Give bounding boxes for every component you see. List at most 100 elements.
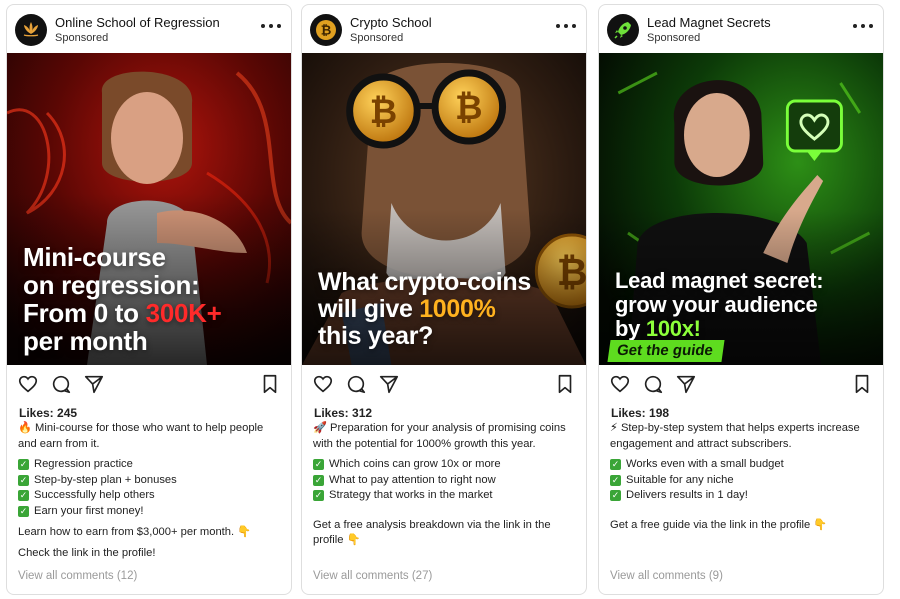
headline-text: will give <box>318 295 420 323</box>
post-image[interactable]: Lead magnet secret: grow your audience b… <box>599 53 883 365</box>
brand-name[interactable]: Online School of Regression <box>55 15 220 30</box>
action-bar <box>302 371 586 401</box>
headline-line: From 0 to 300K+ <box>23 299 222 327</box>
view-comments-link[interactable]: View all comments (27) <box>313 570 432 582</box>
ad-post-regression: Online School of Regression Sponsored Mi… <box>6 4 292 595</box>
checklist-item: ✓ What to pay attention to right now <box>313 473 575 489</box>
post-header: Lead Magnet Secrets Sponsored <box>599 5 883 53</box>
headline-line: Lead magnet secret: <box>615 268 824 293</box>
checkmark-icon: ✓ <box>610 474 621 486</box>
comment-icon[interactable] <box>642 373 664 395</box>
headline: Lead magnet secret: grow your audience b… <box>615 268 824 341</box>
headline-line: will give 1000% <box>318 296 531 323</box>
post-image[interactable]: Mini-course on regression: From 0 to 300… <box>7 53 291 365</box>
likes-count[interactable]: Likes: 198 <box>611 406 669 420</box>
checklist-item: ✓ Step-by-step plan + bonuses <box>18 473 280 489</box>
headline-line: grow your audience <box>615 291 818 317</box>
headline-highlight: 1000% <box>419 295 496 323</box>
checklist-text: Step-by-step plan + bonuses <box>34 473 177 486</box>
view-comments-link[interactable]: View all comments (12) <box>18 570 137 582</box>
checkmark-icon: ✓ <box>18 490 29 502</box>
avatar[interactable] <box>15 14 47 46</box>
checklist-item: ✓ Works even with a small budget <box>610 457 872 473</box>
headline-line: Mini-course <box>23 242 166 272</box>
like-icon[interactable] <box>17 373 39 395</box>
comment-icon[interactable] <box>50 373 72 395</box>
headline: Mini-course on regression: From 0 to 300… <box>23 243 222 355</box>
more-options-icon[interactable] <box>261 19 281 33</box>
checkmark-icon: ✓ <box>610 459 621 471</box>
brand-name[interactable]: Lead Magnet Secrets <box>647 15 771 30</box>
checkmark-icon: ✓ <box>610 490 621 502</box>
checklist-text: Suitable for any niche <box>626 473 734 486</box>
comment-icon[interactable] <box>345 373 367 395</box>
checklist-text: Earn your first money! <box>34 504 144 517</box>
headline-highlight: 300K+ <box>145 298 222 329</box>
like-icon[interactable] <box>609 373 631 395</box>
caption-cta: Get a free guide via the link in the pro… <box>610 518 828 531</box>
caption-intro: 🔥 Mini-course for those who want to help… <box>18 422 264 450</box>
like-icon[interactable] <box>312 373 334 395</box>
headline-text: by <box>615 315 646 341</box>
svg-text:₿: ₿ <box>321 24 332 39</box>
checklist-item: ✓ Successfully help others <box>18 488 280 504</box>
headline-highlight: 100x! <box>645 315 701 341</box>
likes-count[interactable]: Likes: 312 <box>314 406 372 420</box>
post-caption: 🔥 Mini-course for those who want to help… <box>18 421 280 566</box>
more-options-icon[interactable] <box>556 19 576 33</box>
checkmark-icon: ✓ <box>313 490 324 502</box>
caption-cta: Check the link in the profile! <box>18 546 156 559</box>
share-icon[interactable] <box>83 373 105 395</box>
headline-text: From 0 to <box>23 298 146 329</box>
checklist-item: ✓ Earn your first money! <box>18 504 280 520</box>
caption-intro: 🚀 Preparation for your analysis of promi… <box>313 422 566 450</box>
checklist: ✓ Regression practice ✓ Step-by-step plan … <box>18 457 280 519</box>
post-image[interactable]: ₿ ₿ ₿ What crypto-coins will give 1000% … <box>302 53 586 365</box>
avatar[interactable] <box>607 14 639 46</box>
sponsored-label: Sponsored <box>350 32 404 44</box>
bitcoin-icon: ₿ <box>316 20 336 40</box>
caption-intro: ⚡ Step-by-step system that helps experts… <box>610 422 860 450</box>
bookmark-icon[interactable] <box>554 373 576 395</box>
ad-post-lead-magnet: Lead Magnet Secrets Sponsored Lead magne… <box>598 4 884 595</box>
headline: What crypto-coins will give 1000% this y… <box>318 269 531 350</box>
bookmark-icon[interactable] <box>851 373 873 395</box>
headline-line: per month <box>23 326 148 357</box>
headline-line: by 100x! <box>615 315 823 341</box>
share-icon[interactable] <box>675 373 697 395</box>
checklist-item: ✓ Strategy that works in the market <box>313 488 575 504</box>
checklist-item: ✓ Which coins can grow 10x or more <box>313 457 575 473</box>
caption-cta: Get a free analysis breakdown via the li… <box>313 518 551 547</box>
checkmark-icon: ✓ <box>18 474 29 486</box>
checkmark-icon: ✓ <box>313 459 324 471</box>
checkmark-icon: ✓ <box>313 474 324 486</box>
likes-count[interactable]: Likes: 245 <box>19 406 77 420</box>
share-icon[interactable] <box>378 373 400 395</box>
brand-name[interactable]: Crypto School <box>350 15 432 30</box>
checklist-item: ✓ Delivers results in 1 day! <box>610 488 872 504</box>
checklist-text: What to pay attention to right now <box>329 473 496 486</box>
checkmark-icon: ✓ <box>18 459 29 471</box>
headline-line: on regression: <box>23 270 200 301</box>
post-header: ₿ Crypto School Sponsored <box>302 5 586 53</box>
post-caption: 🚀 Preparation for your analysis of promi… <box>313 421 575 554</box>
post-caption: ⚡ Step-by-step system that helps experts… <box>610 421 872 538</box>
action-bar <box>599 371 883 401</box>
checklist-text: Works even with a small budget <box>626 458 784 470</box>
view-comments-link[interactable]: View all comments (9) <box>610 570 723 582</box>
checklist-text: Strategy that works in the market <box>329 489 493 501</box>
action-bar <box>7 371 291 401</box>
more-options-icon[interactable] <box>853 19 873 33</box>
bookmark-icon[interactable] <box>259 373 281 395</box>
checklist-item: ✓ Regression practice <box>18 457 280 473</box>
checklist-text: Regression practice <box>34 458 133 470</box>
checklist: ✓ Which coins can grow 10x or more ✓ What … <box>313 457 575 504</box>
checklist-item: ✓ Suitable for any niche <box>610 473 872 489</box>
avatar[interactable]: ₿ <box>310 14 342 46</box>
get-guide-badge[interactable]: Get the guide <box>607 340 725 362</box>
checklist-text: Which coins can grow 10x or more <box>329 458 501 470</box>
lotus-icon <box>23 22 39 37</box>
checklist-text: Delivers results in 1 day! <box>626 489 748 501</box>
checkmark-icon: ✓ <box>18 505 29 517</box>
ad-post-crypto: ₿ Crypto School Sponsored What crypto-co… <box>301 4 587 595</box>
